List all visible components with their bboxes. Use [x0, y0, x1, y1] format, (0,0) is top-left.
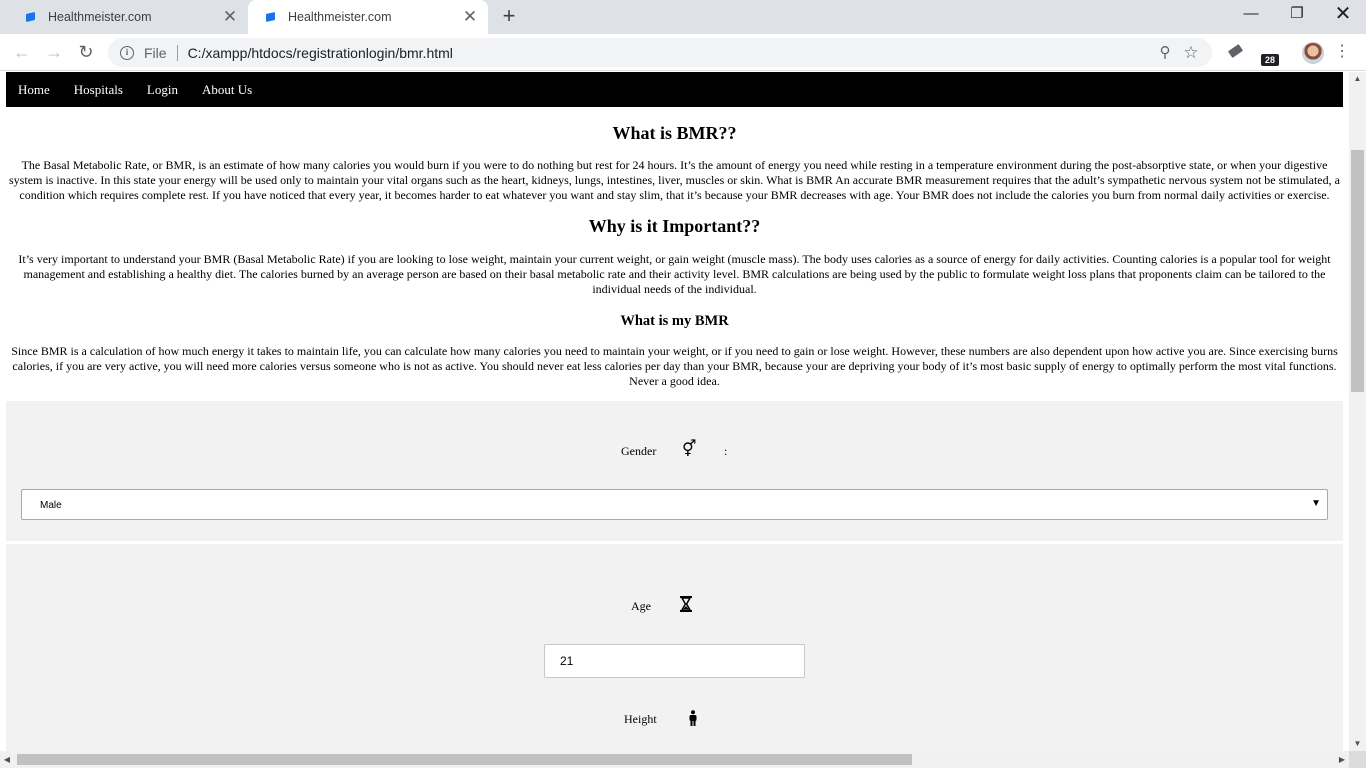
scroll-right-arrow-icon[interactable]: ▶: [1335, 751, 1349, 768]
what-is-my-bmr-paragraph: Since BMR is a calculation of how much e…: [11, 344, 1338, 388]
page-viewport: Home Hospitals Login About Us What is BM…: [0, 72, 1349, 751]
why-important-paragraph: It’s very important to understand your B…: [18, 252, 1331, 296]
scheme-label: File: [144, 44, 167, 61]
why-important-heading: Why is it Important??: [588, 216, 761, 236]
minimize-window-button[interactable]: —: [1228, 0, 1274, 30]
tab-title: Healthmeister.com: [48, 10, 152, 24]
extension-badge[interactable]: 28: [1261, 54, 1279, 66]
nav-home-link[interactable]: Home: [18, 82, 50, 98]
gender-select-value: Male: [40, 500, 62, 511]
scroll-left-arrow-icon[interactable]: ◀: [0, 751, 14, 768]
address-bar[interactable]: i File C:/xampp/htdocs/registrationlogin…: [108, 38, 1212, 67]
age-label: Age: [631, 599, 651, 613]
vertical-scrollbar[interactable]: ▲ ▼: [1349, 72, 1366, 751]
gender-select[interactable]: Male ▼: [21, 489, 1328, 520]
tab-healthmeister-2[interactable]: Healthmeister.com ✕: [248, 0, 488, 34]
nav-about-us-link[interactable]: About Us: [202, 82, 252, 98]
browser-menu-icon[interactable]: ⋮: [1334, 40, 1350, 64]
close-tab-icon[interactable]: ✕: [220, 7, 240, 27]
person-icon: [689, 710, 697, 726]
forward-arrow-icon[interactable]: →: [40, 38, 68, 66]
scroll-up-arrow-icon[interactable]: ▲: [1349, 72, 1366, 86]
horizontal-scroll-thumb[interactable]: [17, 754, 912, 765]
age-input[interactable]: 21: [544, 644, 805, 678]
close-window-button[interactable]: ✕: [1320, 0, 1366, 30]
form-divider: [6, 541, 1343, 544]
gender-label: Gender: [621, 444, 657, 458]
scrollbar-corner: [1349, 751, 1366, 768]
what-is-bmr-paragraph: The Basal Metabolic Rate, or BMR, is an …: [9, 158, 1340, 202]
zoom-icon[interactable]: ⚲: [1156, 44, 1174, 62]
nav-login-link[interactable]: Login: [147, 82, 178, 98]
chevron-down-icon: ▼: [1311, 498, 1321, 509]
new-tab-plus-icon[interactable]: +: [497, 5, 521, 29]
browser-toolbar: ← → ↻ i File C:/xampp/htdocs/registratio…: [0, 34, 1366, 71]
gender-colon: :: [724, 444, 728, 458]
vertical-scroll-thumb[interactable]: [1351, 150, 1364, 392]
restore-window-button[interactable]: ❐: [1274, 0, 1320, 30]
url-text[interactable]: C:/xampp/htdocs/registrationlogin/bmr.ht…: [188, 45, 1156, 61]
profile-avatar[interactable]: [1302, 42, 1324, 64]
reload-icon[interactable]: ↻: [72, 38, 100, 66]
bmr-info-content: What is BMR?? The Basal Metabolic Rate, …: [6, 107, 1343, 389]
site-favicon-icon: [262, 9, 278, 25]
site-navbar: Home Hospitals Login About Us: [6, 72, 1343, 107]
back-arrow-icon[interactable]: ←: [8, 38, 36, 66]
eraser-extension-icon[interactable]: [1226, 42, 1246, 62]
bmr-form: Gender ⚥ : Male ▼ Age 21 Height: [6, 401, 1343, 751]
site-favicon-icon: [22, 9, 38, 25]
close-tab-icon[interactable]: ✕: [460, 7, 480, 27]
what-is-my-bmr-heading: What is my BMR: [620, 313, 729, 329]
tab-title: Healthmeister.com: [288, 10, 392, 24]
height-label: Height: [624, 712, 657, 726]
nav-hospitals-link[interactable]: Hospitals: [74, 82, 123, 98]
site-info-icon[interactable]: i: [120, 45, 134, 60]
horizontal-scrollbar[interactable]: ◀ ▶: [0, 751, 1349, 768]
hourglass-icon: [680, 596, 692, 612]
tab-strip: Healthmeister.com ✕ Healthmeister.com ✕ …: [0, 0, 1366, 34]
tab-healthmeister-1[interactable]: Healthmeister.com ✕: [8, 0, 248, 34]
scroll-down-arrow-icon[interactable]: ▼: [1349, 737, 1366, 751]
gender-icon: ⚥: [682, 441, 697, 458]
bookmark-star-icon[interactable]: ☆: [1182, 43, 1200, 62]
address-separator: [176, 44, 178, 61]
what-is-bmr-heading: What is BMR??: [612, 123, 737, 143]
